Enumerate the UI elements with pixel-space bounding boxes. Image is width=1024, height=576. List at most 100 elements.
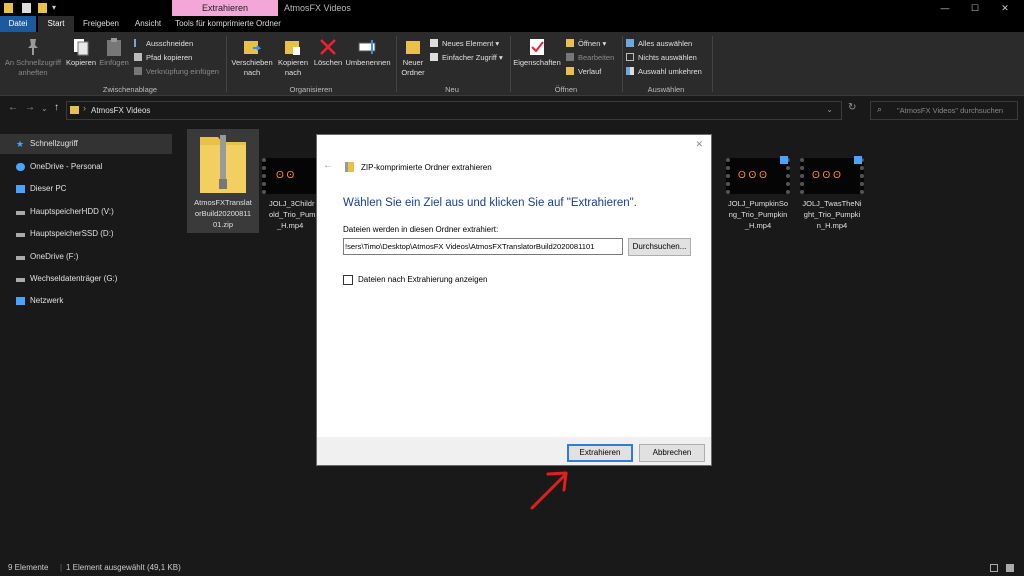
browse-button[interactable]: Durchsuchen... (628, 238, 691, 256)
file-item-zip[interactable]: AtmosFXTranslat orBuild20200811 01.zip (187, 129, 259, 233)
sidebar-item-label: Schnellzugriff (30, 139, 78, 148)
new-folder-label: Neuer Ordner (401, 58, 425, 77)
tab-datei[interactable]: Datei (0, 16, 36, 32)
pumpkin-glyph: ʘ ʘ ʘ (738, 170, 767, 181)
close-window-button[interactable]: ✕ (990, 0, 1020, 16)
properties-button[interactable]: Eigenschaften (512, 38, 562, 68)
context-tab-extract[interactable]: Extrahieren (172, 0, 278, 16)
show-files-checkbox-label: Dateien nach Extrahierung anzeigen (358, 275, 488, 284)
tab-zip-tools[interactable]: Tools für komprimierte Ordner (172, 16, 284, 32)
cloud-icon (16, 256, 25, 260)
title-bar: ▾ Extrahieren AtmosFX Videos — ☐ ✕ (0, 0, 1024, 16)
dialog-close-button[interactable]: ✕ (695, 139, 703, 150)
address-bar[interactable]: › AtmosFX Videos ⌄ (66, 101, 842, 120)
maximize-button[interactable]: ☐ (960, 0, 990, 16)
back-icon[interactable]: ← (8, 102, 18, 113)
file-item-video[interactable]: ʘ ʘ JOLJ_3Childr old_Trio_Pum _H.mp4 (262, 158, 318, 231)
breadcrumb[interactable]: AtmosFX Videos (91, 106, 150, 115)
show-files-checkbox[interactable] (343, 275, 353, 285)
paste-button[interactable]: Einfügen (98, 38, 130, 68)
extract-button[interactable]: Extrahieren (567, 444, 633, 462)
sidebar-item-label: Dieser PC (30, 184, 67, 193)
history-button[interactable]: Verlauf (566, 66, 601, 78)
tab-start[interactable]: Start (38, 16, 74, 32)
move-to-label: Verschieben nach (231, 58, 273, 77)
tab-freigeben[interactable]: Freigeben (76, 16, 126, 32)
large-icons-view-icon[interactable] (1006, 564, 1014, 572)
dialog-heading: Wählen Sie ein Ziel aus und klicken Sie … (343, 197, 637, 209)
sidebar-item-quick-access[interactable]: ★ Schnellzugriff (0, 134, 172, 154)
file-name-line: AtmosFXTranslat (194, 198, 252, 207)
new-item-button[interactable]: Neues Element ▾ (430, 38, 499, 50)
destination-label: Dateien werden in diesen Ordner extrahie… (343, 225, 499, 234)
rename-label: Umbenennen (345, 58, 391, 67)
properties-label: Eigenschaften (513, 58, 561, 67)
paste-shortcut-button[interactable]: Verknüpfung einfügen (134, 66, 219, 78)
window-title: AtmosFX Videos (284, 3, 351, 13)
pin-quick-access-button[interactable]: An Schnellzugriff anheften (2, 38, 64, 78)
copy-to-button[interactable]: Kopieren nach (274, 38, 312, 78)
delete-x-icon (320, 39, 336, 55)
sidebar-item-drive-v[interactable]: HauptspeicherHDD (V:) (0, 202, 172, 222)
easy-access-button[interactable]: Einfacher Zugriff ▾ (430, 52, 503, 64)
cut-button[interactable]: Ausschneiden (134, 38, 193, 50)
move-to-button[interactable]: Verschieben nach (230, 38, 274, 78)
ribbon-separator (712, 36, 713, 92)
zip-folder-icon (345, 162, 354, 172)
scissors-icon (134, 39, 142, 47)
refresh-icon[interactable]: ↻ (848, 102, 856, 113)
new-folder-button[interactable]: Neuer Ordner (398, 38, 428, 78)
file-item-video[interactable]: ʘ ʘ ʘ JOLJ_TwasTheNi ght_Trio_Pumpki n_H… (796, 156, 868, 231)
new-folder-qat-icon[interactable] (38, 3, 47, 13)
search-box[interactable]: ⌕ "AtmosFX Videos" durchsuchen (870, 101, 1018, 120)
minimize-button[interactable]: — (930, 0, 960, 16)
copy-button[interactable]: Kopieren (64, 38, 98, 68)
pin-quick-access-label: An Schnellzugriff anheften (4, 58, 62, 77)
copy-folder-icon (285, 41, 300, 55)
status-bar: 9 Elemente | 1 Element ausgewählt (49,1 … (0, 560, 1024, 576)
edit-button[interactable]: Bearbeiten (566, 52, 614, 64)
move-folder-icon (244, 41, 261, 54)
tab-ansicht[interactable]: Ansicht (128, 16, 168, 32)
file-item-video[interactable]: ʘ ʘ ʘ JOLJ_PumpkinSo ng_Trio_Pumpkin _H.… (722, 156, 794, 231)
sidebar-item-label: HauptspeicherHDD (V:) (30, 207, 114, 216)
sidebar-item-network[interactable]: Netzwerk (0, 291, 172, 311)
sidebar-item-removable-g[interactable]: Wechseldatenträger (G:) (0, 269, 172, 289)
navigation-pane: ★ Schnellzugriff OneDrive - Personal Die… (0, 126, 174, 558)
file-name-line: _H.mp4 (277, 221, 304, 230)
open-button[interactable]: Öffnen ▾ (566, 38, 606, 50)
annotation-arrow-icon (530, 471, 568, 510)
select-none-button[interactable]: Nichts auswählen (626, 52, 697, 64)
up-arrow-icon[interactable]: ↑ (54, 102, 59, 113)
cancel-button[interactable]: Abbrechen (639, 444, 705, 462)
dialog-back-arrow-icon[interactable]: ← (323, 160, 333, 171)
properties-qat-icon[interactable] (22, 3, 31, 13)
ribbon-tab-bar: Datei Start Freigeben Ansicht Tools für … (0, 16, 1024, 32)
details-view-icon[interactable] (990, 564, 998, 572)
sidebar-item-this-pc[interactable]: Dieser PC (0, 179, 172, 199)
sidebar-item-onedrive-personal[interactable]: OneDrive - Personal (0, 157, 172, 177)
ribbon-separator (510, 36, 511, 92)
folder-icon (4, 3, 13, 13)
qat-dropdown-icon[interactable]: ▾ (52, 3, 61, 13)
group-label-organize: Organisieren (289, 85, 333, 94)
sync-badge-icon (854, 156, 862, 164)
recent-locations-icon[interactable]: ⌄ (41, 104, 48, 113)
address-dropdown-icon[interactable]: ⌄ (826, 105, 833, 114)
delete-button[interactable]: Löschen (312, 38, 344, 68)
shortcut-icon (134, 67, 142, 75)
rename-button[interactable]: Umbenennen (344, 38, 392, 68)
search-placeholder: "AtmosFX Videos" durchsuchen (897, 106, 1004, 115)
sidebar-item-drive-d[interactable]: HauptspeicherSSD (D:) (0, 224, 172, 244)
file-name-line: 01.zip (212, 220, 233, 229)
forward-icon[interactable]: → (25, 102, 35, 113)
history-icon (566, 67, 574, 75)
copy-path-button[interactable]: Pfad kopieren (134, 52, 192, 64)
destination-path-input[interactable]: !sers\Timo\Desktop\AtmosFX Videos\AtmosF… (343, 238, 623, 255)
invert-selection-button[interactable]: Auswahl umkehren (626, 66, 702, 78)
path-icon (134, 53, 142, 61)
sidebar-item-onedrive-f[interactable]: OneDrive (F:) (0, 247, 172, 267)
pumpkin-glyph: ʘ ʘ ʘ (812, 170, 841, 181)
sidebar-item-label: HauptspeicherSSD (D:) (30, 229, 114, 238)
select-all-button[interactable]: Alles auswählen (626, 38, 692, 50)
